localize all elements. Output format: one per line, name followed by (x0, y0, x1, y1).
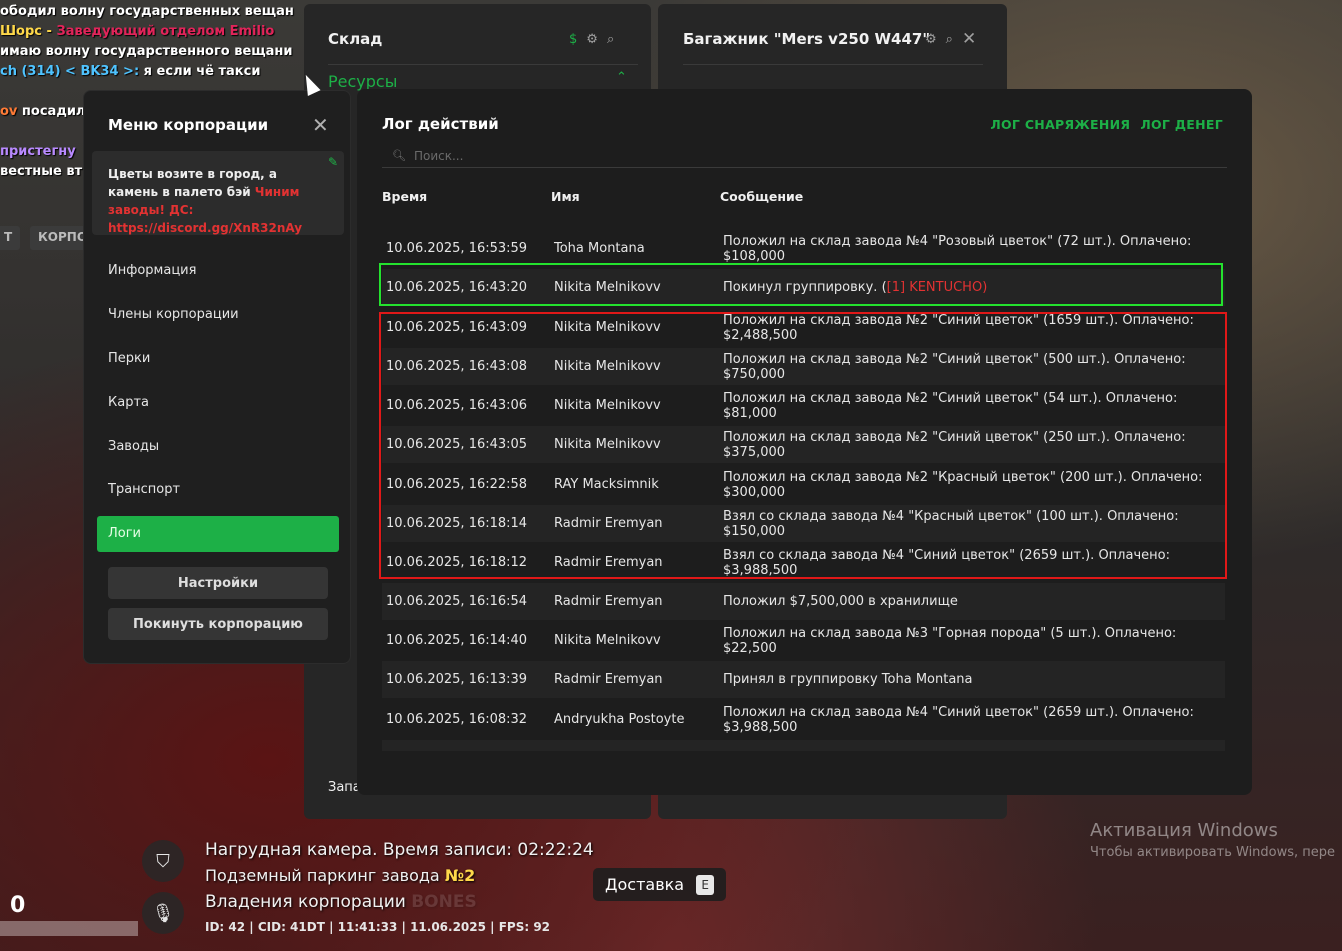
table-row: 10.06.2025, 16:53:59 Toha Montana Положи… (386, 233, 1192, 264)
search-icon[interactable]: ⌕ (946, 32, 953, 49)
corporation-announcement: ✎ Цветы возите в город, а камень в палет… (92, 151, 344, 235)
highlight-box-red (379, 312, 1227, 579)
column-message: Сообщение (720, 189, 804, 204)
leave-corporation-button[interactable]: Покинуть корпорацию (108, 608, 328, 640)
nav-item-map[interactable]: Карта (84, 380, 352, 424)
table-row: 10.06.2025, 16:14:40 Nikita Melnikovv По… (386, 625, 1177, 656)
settings-button[interactable]: Настройки (108, 567, 328, 599)
counter-bar (0, 921, 138, 936)
corporation-menu-title: Меню корпорации (108, 116, 269, 134)
nav-item-members[interactable]: Члены корпорации (84, 293, 352, 337)
warehouse-title: Склад (328, 30, 383, 48)
edit-icon[interactable]: ✎ (328, 153, 338, 171)
windows-activation-watermark: Активация Windows Чтобы активировать Win… (1090, 820, 1336, 860)
session-info: ID: 42 | CID: 41DT | 11:41:33 | 11.06.20… (205, 920, 551, 934)
shield-icon: ⛉ (142, 840, 184, 882)
bodycam-status: Нагрудная камера. Время записи: 02:22:24 (205, 840, 594, 860)
chat-line: ободил волну государственных вещан (0, 4, 294, 19)
divider (328, 64, 638, 65)
highlight-box-green (379, 263, 1223, 306)
log-search: 🔍︎ (382, 144, 1227, 168)
search-icon[interactable]: ⌕ (607, 32, 614, 47)
column-name: Имя (551, 189, 580, 204)
equipment-log-link[interactable]: ЛОГ СНАРЯЖЕНИЯ (990, 117, 1130, 132)
chat-line: ch (314) < BK34 >: я если чё такси (0, 64, 261, 79)
log-links: ЛОГ СНАРЯЖЕНИЯ ЛОГ ДЕНЕГ (990, 117, 1223, 132)
log-title: Лог действий (382, 115, 499, 133)
chat-line: Шорс - Заведующий отделом Emilio (0, 24, 275, 39)
action-log-window: Лог действий ЛОГ СНАРЯЖЕНИЯ ЛОГ ДЕНЕГ 🔍︎… (357, 89, 1252, 795)
close-icon[interactable]: ✕ (962, 29, 976, 49)
search-icon: 🔍︎ (392, 149, 406, 162)
divider (683, 64, 983, 65)
corporation-nav: Информация Члены корпорации Перки Карта … (84, 249, 352, 556)
warehouse-footer: Запа (328, 780, 361, 795)
location-label: Подземный паркинг завода №2 (205, 866, 476, 885)
dollar-icon[interactable]: $ (569, 32, 577, 47)
warehouse-toolbar: $ ⚙ ⌕ (569, 32, 614, 47)
nav-item-logs[interactable]: Логи (97, 515, 339, 552)
chevron-up-icon[interactable]: ⌃ (616, 70, 627, 85)
nav-item-factories[interactable]: Заводы (84, 424, 352, 468)
chat-tab[interactable]: Т (0, 226, 21, 250)
table-row: 10.06.2025, 16:13:39 Radmir Eremyan Прин… (382, 661, 1225, 698)
microphone-icon: 🎙︎ (142, 892, 184, 934)
gear-icon[interactable]: ⚙ (586, 32, 598, 47)
key-e-icon: E (696, 874, 715, 895)
search-input[interactable] (413, 148, 1114, 163)
table-row-partial (382, 740, 1225, 751)
money-log-link[interactable]: ЛОГ ДЕНЕГ (1140, 117, 1223, 132)
ownership-label: Владения корпорации BONES (205, 892, 477, 912)
nav-item-transport[interactable]: Транспорт (84, 468, 352, 512)
table-row: 10.06.2025, 16:08:32 Andryukha Postoyte … (386, 704, 1194, 735)
trunk-toolbar: ⚙ ⌕ ✕ (925, 29, 976, 49)
column-time: Время (382, 189, 428, 204)
close-icon[interactable]: ✕ (312, 113, 329, 137)
trunk-title: Багажник "Mers v250 W447" (683, 30, 931, 48)
counter-value: 0 (10, 893, 26, 918)
gear-icon[interactable]: ⚙ (925, 32, 937, 49)
nav-item-info[interactable]: Информация (84, 249, 352, 293)
delivery-prompt[interactable]: Доставка E (593, 868, 727, 901)
corporation-menu: Меню корпорации ✕ ✎ Цветы возите в город… (83, 90, 351, 664)
nav-item-perks[interactable]: Перки (84, 337, 352, 381)
table-row: 10.06.2025, 16:16:54 Radmir Eremyan Поло… (382, 583, 1225, 620)
chat-line: имаю волну государственного вещани (0, 44, 293, 59)
